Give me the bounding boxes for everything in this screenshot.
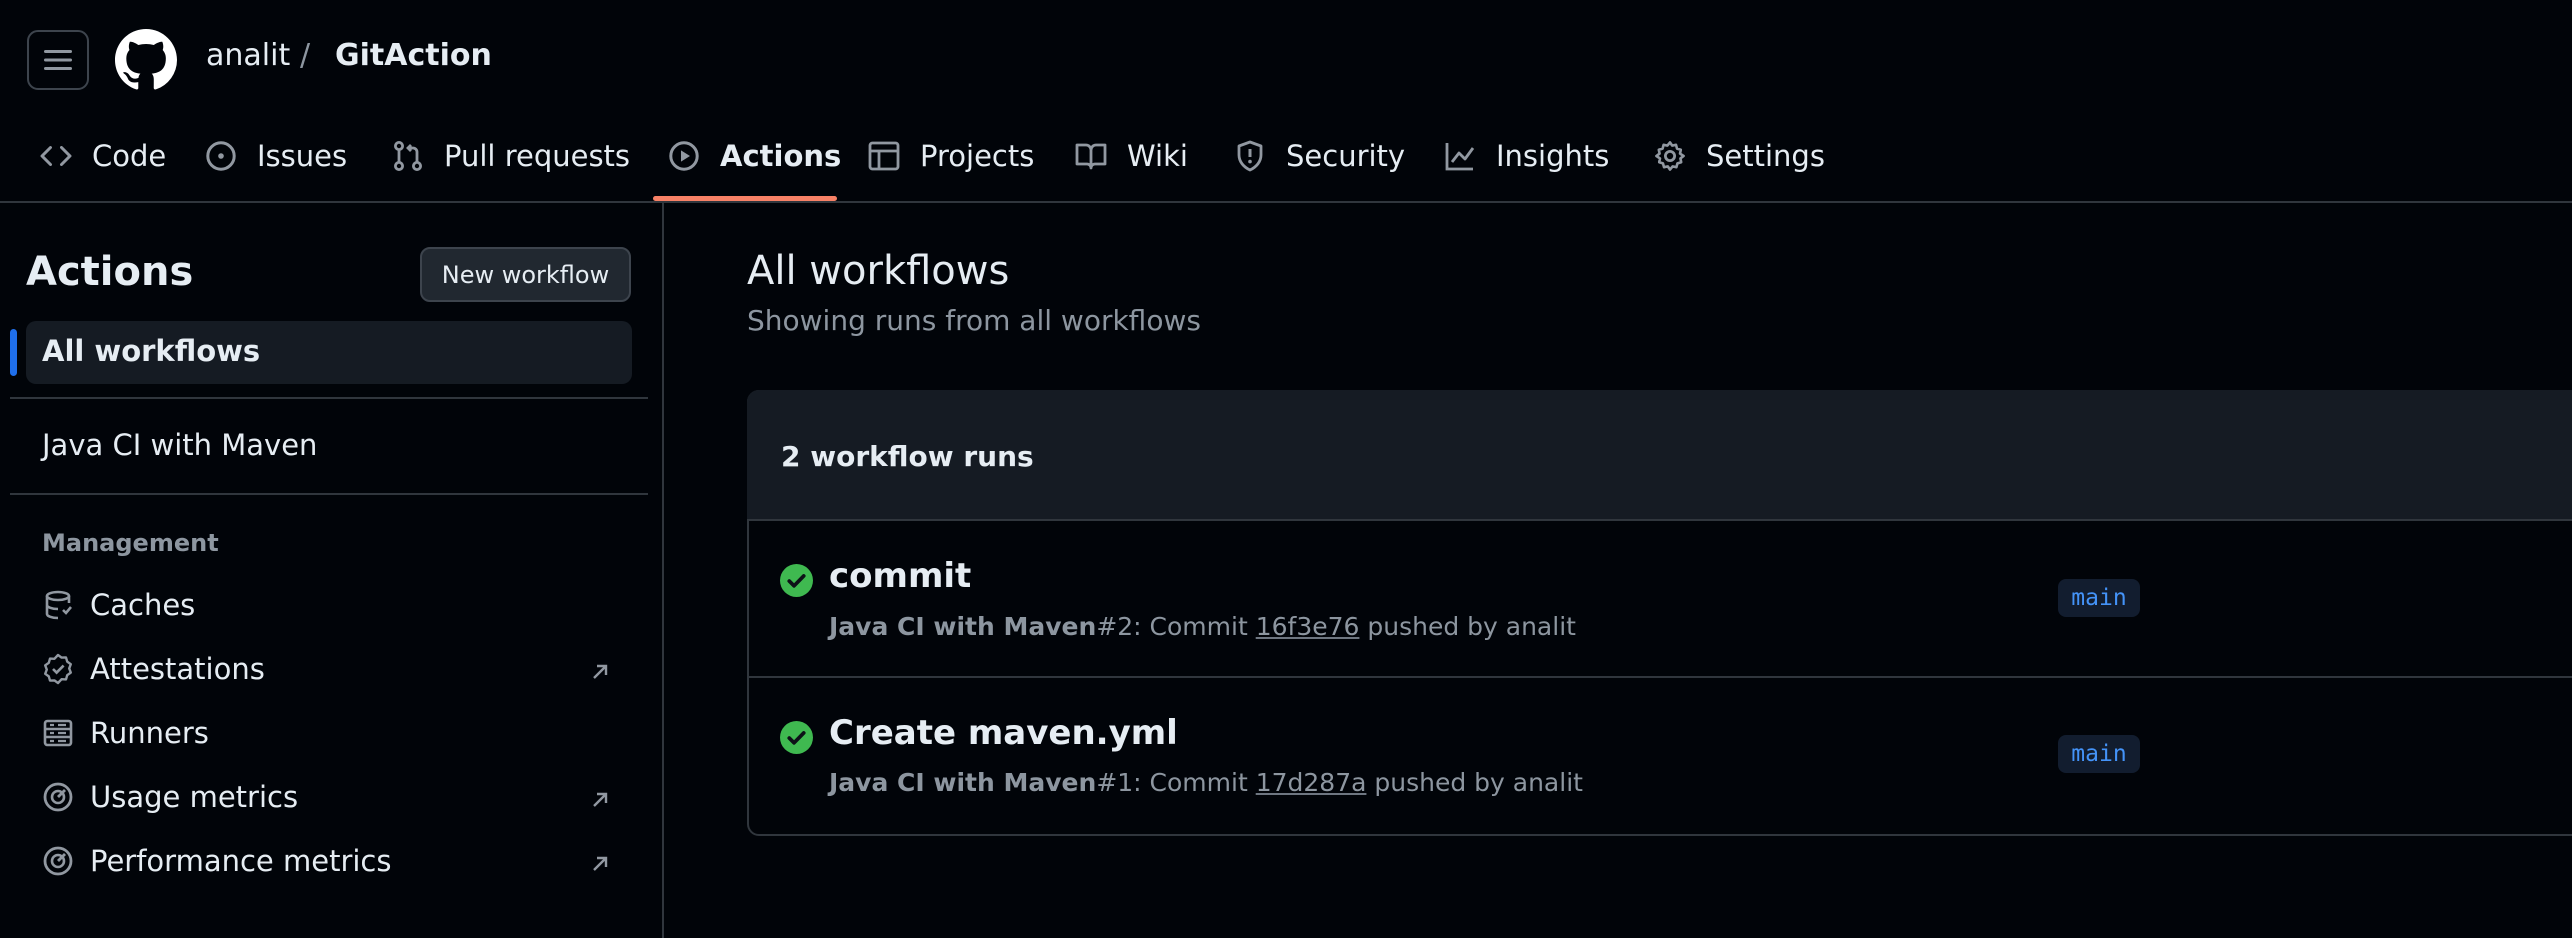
success-check-icon	[780, 564, 813, 597]
branch-badge[interactable]: main	[2058, 579, 2140, 617]
sidebar-item-attestations-label: Attestations	[90, 652, 265, 686]
gear-icon	[1655, 141, 1685, 171]
sidebar-item-performance-metrics[interactable]: Performance metrics	[42, 844, 391, 878]
run-title-link[interactable]: commit	[829, 556, 971, 596]
tab-actions[interactable]: Actions	[668, 136, 841, 176]
page-subtitle: Showing runs from all workflows	[747, 304, 1201, 337]
tab-issues[interactable]: Issues	[205, 136, 347, 176]
external-link-icon	[593, 792, 608, 807]
repo-name-link[interactable]: GitAction	[335, 38, 492, 73]
runs-count: 2 workflow runs	[781, 440, 1034, 473]
run-meta: Java CI with Maven#2: Commit 16f3e76 pus…	[829, 612, 1576, 641]
play-icon	[669, 141, 699, 171]
run-meta: Java CI with Maven#1: Commit 17d287a pus…	[829, 768, 1583, 797]
external-link-icon	[593, 856, 608, 871]
sidebar-item-caches[interactable]: Caches	[42, 588, 195, 622]
hamburger-icon	[44, 50, 72, 70]
sidebar-item-all-workflows-label: All workflows	[42, 334, 261, 368]
run-number: #2	[1096, 612, 1134, 641]
run-pushed-by: pushed by analit	[1366, 768, 1583, 797]
page-title: All workflows	[747, 248, 1010, 294]
tab-insights-label: Insights	[1496, 139, 1610, 173]
workflow-label: Java CI with Maven	[42, 428, 318, 462]
book-icon	[1075, 143, 1107, 170]
database-icon	[45, 590, 72, 620]
sidebar-item-runners[interactable]: Runners	[42, 716, 209, 750]
sidebar	[0, 203, 664, 938]
branch-badge[interactable]: main	[2058, 735, 2140, 773]
repo-owner-link[interactable]: analit	[206, 38, 290, 73]
run-title-link[interactable]: Create maven.yml	[829, 713, 1178, 753]
commit-sha-link[interactable]: 16f3e76	[1256, 612, 1360, 641]
commit-sha-link[interactable]: 17d287a	[1256, 768, 1367, 797]
active-tab-underline	[653, 196, 837, 201]
tab-security-label: Security	[1286, 139, 1406, 173]
breadcrumb-separator: /	[300, 38, 311, 73]
meter-icon	[43, 846, 73, 876]
sidebar-title: Actions	[26, 249, 194, 295]
graph-icon	[1445, 143, 1475, 171]
server-icon	[43, 719, 73, 747]
sidebar-item-caches-label: Caches	[90, 588, 196, 622]
run-workflow-name: Java CI with Maven	[829, 768, 1097, 797]
tab-actions-label: Actions	[720, 139, 842, 173]
tab-code-label: Code	[92, 139, 167, 173]
row-divider	[749, 676, 2572, 678]
tab-issues-label: Issues	[257, 139, 348, 173]
success-check-icon	[780, 721, 813, 754]
hamburger-menu-button[interactable]	[27, 30, 89, 90]
new-workflow-button[interactable]: New workflow	[420, 247, 631, 302]
tab-wiki-label: Wiki	[1127, 139, 1188, 173]
sidebar-item-attestations[interactable]: Attestations	[42, 652, 265, 686]
run-event: : Commit	[1133, 612, 1256, 641]
run-number: #1	[1096, 768, 1134, 797]
github-logo-icon[interactable]	[115, 29, 177, 91]
run-pushed-by: pushed by analit	[1359, 612, 1576, 641]
tab-security[interactable]: Security	[1234, 136, 1405, 176]
shield-icon	[1237, 140, 1263, 172]
code-icon	[40, 145, 72, 167]
sidebar-divider	[10, 493, 648, 495]
sidebar-item-runners-label: Runners	[90, 716, 209, 750]
issue-icon	[206, 141, 236, 171]
selected-indicator	[10, 329, 17, 376]
sidebar-item-performance-metrics-label: Performance metrics	[90, 844, 392, 878]
verified-icon	[44, 653, 72, 685]
tab-projects[interactable]: Projects	[868, 136, 1034, 176]
sidebar-divider	[10, 397, 648, 399]
tab-pull-requests[interactable]: Pull requests	[392, 136, 630, 176]
pull-request-icon	[394, 141, 422, 171]
tab-wiki[interactable]: Wiki	[1075, 136, 1188, 176]
sidebar-item-usage-metrics[interactable]: Usage metrics	[42, 780, 298, 814]
tab-settings-label: Settings	[1706, 139, 1825, 173]
external-link-icon	[593, 664, 608, 679]
management-heading: Management	[42, 529, 219, 557]
tab-settings[interactable]: Settings	[1654, 136, 1825, 176]
run-workflow-name: Java CI with Maven	[829, 612, 1097, 641]
sidebar-item-java-ci-with-maven[interactable]: Java CI with Maven	[42, 428, 317, 462]
tab-pull-requests-label: Pull requests	[444, 139, 631, 173]
tab-code[interactable]: Code	[40, 136, 166, 176]
run-event: : Commit	[1133, 768, 1256, 797]
table-icon	[868, 141, 900, 171]
sidebar-item-usage-metrics-label: Usage metrics	[90, 780, 299, 814]
tab-projects-label: Projects	[920, 139, 1035, 173]
meter-icon	[43, 782, 73, 812]
tab-insights[interactable]: Insights	[1444, 136, 1609, 176]
